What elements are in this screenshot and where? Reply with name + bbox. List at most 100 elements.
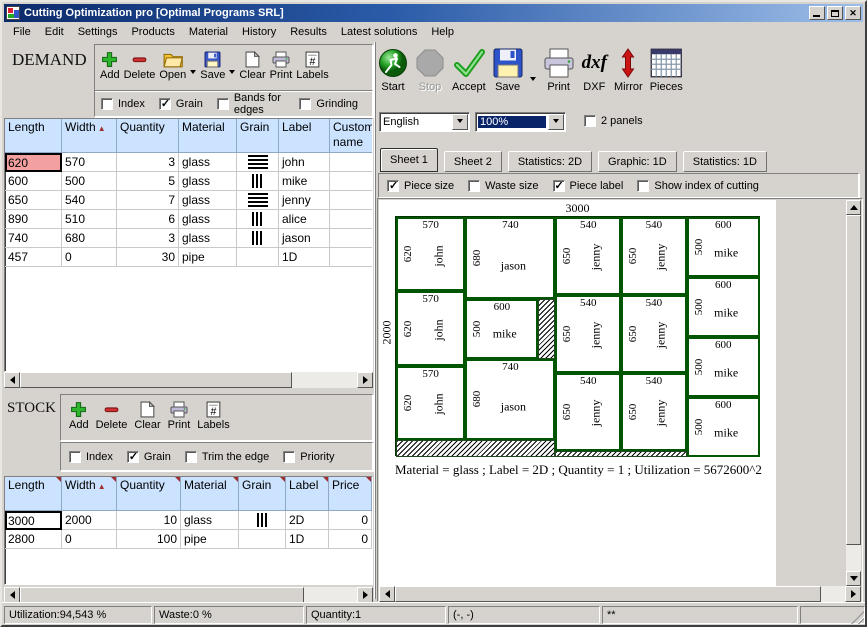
demand-clear-button[interactable]: Clear: [239, 48, 265, 90]
panel-splitter[interactable]: [374, 42, 376, 599]
demand-cell-quantity[interactable]: 30: [117, 248, 179, 267]
demand-cell-grain[interactable]: [237, 229, 279, 248]
demand-cell-customer[interactable]: [330, 248, 373, 267]
demand-cell-label[interactable]: jason: [279, 229, 330, 248]
demand-header-grain[interactable]: Grain: [237, 119, 279, 153]
demand-cell-label[interactable]: 1D: [279, 248, 330, 267]
menu-settings[interactable]: Settings: [71, 24, 125, 40]
demand-cell-customer[interactable]: [330, 229, 373, 248]
scroll-right-button[interactable]: [845, 586, 861, 602]
cut-piece-jason[interactable]: 740680jason: [465, 359, 555, 441]
language-select[interactable]: English: [379, 112, 470, 132]
stock-cell-material[interactable]: glass: [181, 511, 239, 530]
demand-cell-quantity[interactable]: 3: [117, 153, 179, 172]
stock-cell-grain[interactable]: [239, 530, 286, 549]
diagram-vertical-scrollbar[interactable]: [846, 200, 861, 586]
scroll-thumb[interactable]: [846, 215, 861, 545]
view-waste-size-checkbox[interactable]: Waste size: [468, 180, 538, 192]
cut-piece-jenny[interactable]: 540650jenny: [555, 295, 621, 373]
solver-pieces-button[interactable]: Pieces: [650, 46, 683, 106]
menu-file[interactable]: File: [6, 24, 38, 40]
stock-cell-price[interactable]: 0: [329, 530, 372, 549]
demand-cell-material[interactable]: glass: [179, 229, 237, 248]
solver-dxf-button[interactable]: dxfDXF: [582, 46, 607, 106]
demand-cell-label[interactable]: jenny: [279, 191, 330, 210]
demand-cell-label[interactable]: alice: [279, 210, 330, 229]
stock-index-checkbox[interactable]: Index: [69, 451, 113, 463]
view-show-index-of-cutting-checkbox[interactable]: Show index of cutting: [637, 180, 759, 192]
stock-header-quantity[interactable]: Quantity: [117, 477, 181, 511]
demand-cell-width[interactable]: 680: [62, 229, 117, 248]
demand-labels-button[interactable]: #Labels: [296, 48, 328, 90]
cut-piece-jenny[interactable]: 540650jenny: [621, 217, 687, 295]
scroll-left-button[interactable]: [379, 586, 395, 602]
cut-piece-mike[interactable]: 600500mike: [687, 397, 760, 457]
zoom-select[interactable]: 100%: [475, 112, 566, 132]
solver-two-panels-checkbox[interactable]: 2 panels: [584, 115, 643, 127]
cut-piece-mike[interactable]: 600500mike: [687, 277, 760, 337]
demand-open-dropdown-arrow-icon[interactable]: [190, 48, 196, 90]
chevron-down-icon[interactable]: [548, 114, 564, 130]
chevron-down-icon[interactable]: [452, 114, 468, 130]
cut-piece-jenny[interactable]: 540650jenny: [621, 373, 687, 451]
demand-cell-length[interactable]: 457: [5, 248, 62, 267]
minimize-button[interactable]: [809, 6, 825, 20]
demand-delete-button[interactable]: Delete: [124, 48, 156, 90]
cut-piece-mike[interactable]: 600500mike: [687, 217, 760, 277]
cut-piece-john[interactable]: 570620john: [396, 217, 465, 291]
demand-header-length[interactable]: Length: [5, 119, 62, 153]
stock-cell-quantity[interactable]: 10: [117, 511, 181, 530]
demand-cell-length[interactable]: 740: [5, 229, 62, 248]
demand-cell-grain[interactable]: [237, 191, 279, 210]
scroll-right-button[interactable]: [357, 587, 373, 603]
view-piece-label-checkbox[interactable]: Piece label: [553, 180, 624, 192]
tab-sheet-1[interactable]: Sheet 1: [380, 148, 438, 172]
tab-graphic-1d[interactable]: Graphic: 1D: [598, 151, 677, 172]
demand-cell-quantity[interactable]: 7: [117, 191, 179, 210]
demand-cell-width[interactable]: 0: [62, 248, 117, 267]
demand-cell-customer[interactable]: [330, 153, 373, 172]
solver-save-dropdown-arrow-icon[interactable]: [530, 46, 536, 106]
scroll-left-button[interactable]: [4, 372, 20, 388]
menu-results[interactable]: Results: [283, 24, 334, 40]
demand-cell-width[interactable]: 510: [62, 210, 117, 229]
demand-header-material[interactable]: Material: [179, 119, 237, 153]
demand-save-dropdown-arrow-icon[interactable]: [229, 48, 235, 90]
solver-save-button[interactable]: Save: [493, 46, 523, 106]
demand-cell-material[interactable]: glass: [179, 210, 237, 229]
menu-latest-solutions[interactable]: Latest solutions: [334, 24, 424, 40]
demand-index-checkbox[interactable]: Index: [101, 98, 145, 110]
demand-header-label[interactable]: Label: [279, 119, 330, 153]
demand-cell-quantity[interactable]: 6: [117, 210, 179, 229]
close-button[interactable]: [845, 6, 861, 20]
stock-cell-length[interactable]: 3000: [5, 511, 62, 530]
solver-mirror-button[interactable]: Mirror: [614, 46, 643, 106]
demand-horizontal-scrollbar[interactable]: [4, 372, 373, 388]
scroll-thumb[interactable]: [20, 372, 292, 388]
demand-grinding-checkbox[interactable]: Grinding: [299, 98, 358, 110]
demand-cell-material[interactable]: glass: [179, 191, 237, 210]
cut-piece-john[interactable]: 570620john: [396, 291, 465, 365]
stock-cell-width[interactable]: 0: [62, 530, 117, 549]
demand-open-button[interactable]: Open: [159, 48, 186, 90]
stock-priority-checkbox[interactable]: Priority: [283, 451, 334, 463]
stock-header-material[interactable]: Material: [181, 477, 239, 511]
cut-piece-john[interactable]: 570620john: [396, 366, 465, 440]
stock-cell-grain[interactable]: [239, 511, 286, 530]
demand-cell-material[interactable]: glass: [179, 153, 237, 172]
stock-header-label[interactable]: Label: [286, 477, 329, 511]
scroll-thumb[interactable]: [395, 586, 821, 602]
stock-cell-material[interactable]: pipe: [181, 530, 239, 549]
menu-edit[interactable]: Edit: [38, 24, 71, 40]
stock-clear-button[interactable]: Clear: [134, 398, 160, 440]
stock-header-length[interactable]: Length: [5, 477, 62, 511]
cut-piece-jason[interactable]: 740680jason: [465, 217, 555, 299]
demand-cell-label[interactable]: john: [279, 153, 330, 172]
demand-cell-material[interactable]: glass: [179, 172, 237, 191]
demand-save-button[interactable]: Save: [200, 48, 225, 90]
stock-delete-button[interactable]: Delete: [96, 398, 128, 440]
stock-print-button[interactable]: Print: [168, 398, 191, 440]
cut-piece-mike[interactable]: 600500mike: [687, 337, 760, 397]
tab-sheet-2[interactable]: Sheet 2: [444, 151, 502, 172]
demand-cell-grain[interactable]: [237, 210, 279, 229]
